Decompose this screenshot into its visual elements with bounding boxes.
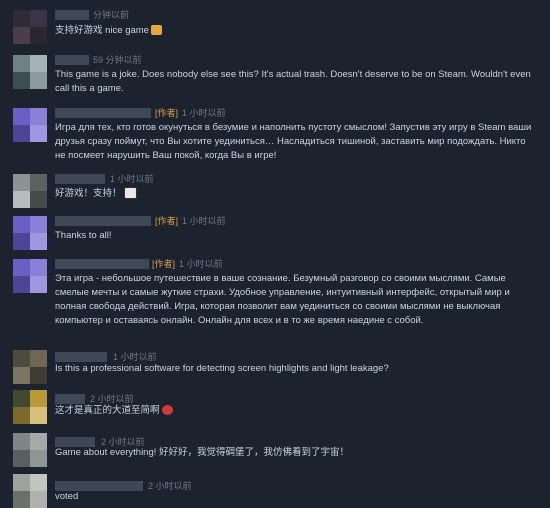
timestamp: 分钟以前: [93, 10, 130, 20]
username[interactable]: [55, 216, 151, 226]
panda-emoticon: [123, 187, 137, 200]
comment-text: 支持好游戏 nice game: [55, 25, 149, 36]
comment-text: This game is a joke. Does nobody else se…: [55, 69, 531, 94]
username[interactable]: [55, 108, 151, 118]
comment-text: 这才是真正的大道至简啊: [55, 405, 160, 416]
comment-text: Is this a professional software for dete…: [55, 363, 389, 374]
avatar[interactable]: [13, 55, 47, 89]
avatar[interactable]: [13, 216, 47, 250]
cat-emoticon: [150, 25, 162, 36]
avatar[interactable]: [13, 350, 47, 384]
username[interactable]: [55, 394, 85, 404]
username[interactable]: [55, 55, 89, 65]
avatar[interactable]: [13, 10, 47, 44]
comment-text: Эта игра - небольшое путешествие в ваше …: [55, 273, 510, 326]
timestamp: 1 小时以前: [179, 259, 223, 269]
comment-text: Игра для тех, кто готов окунуться в безу…: [55, 122, 532, 161]
avatar[interactable]: [13, 474, 47, 508]
author-badge: [作者]: [152, 259, 176, 269]
comment-text: Thanks to all!: [55, 230, 112, 241]
comment-text: voted: [55, 491, 79, 502]
timestamp: 1 小时以前: [110, 174, 154, 184]
avatar[interactable]: [13, 108, 47, 142]
timestamp: 1 小时以前: [182, 108, 226, 118]
username[interactable]: [55, 352, 107, 362]
comment-text: Game about everything! 好好好，我觉得碉堡了，我仿佛看到了…: [55, 447, 350, 458]
red-emoticon: [161, 405, 173, 416]
avatar[interactable]: [13, 390, 47, 424]
timestamp: 1 小时以前: [182, 216, 226, 226]
username[interactable]: [55, 259, 149, 269]
author-badge: [作者]: [155, 216, 179, 226]
avatar[interactable]: [13, 259, 47, 293]
username[interactable]: [55, 10, 89, 20]
author-badge: [作者]: [155, 108, 179, 118]
avatar[interactable]: [13, 174, 47, 208]
avatar[interactable]: [13, 433, 47, 467]
timestamp: 59 分钟以前: [93, 55, 142, 65]
comment-text: 好游戏！支持！: [55, 188, 122, 199]
username[interactable]: [55, 174, 105, 184]
